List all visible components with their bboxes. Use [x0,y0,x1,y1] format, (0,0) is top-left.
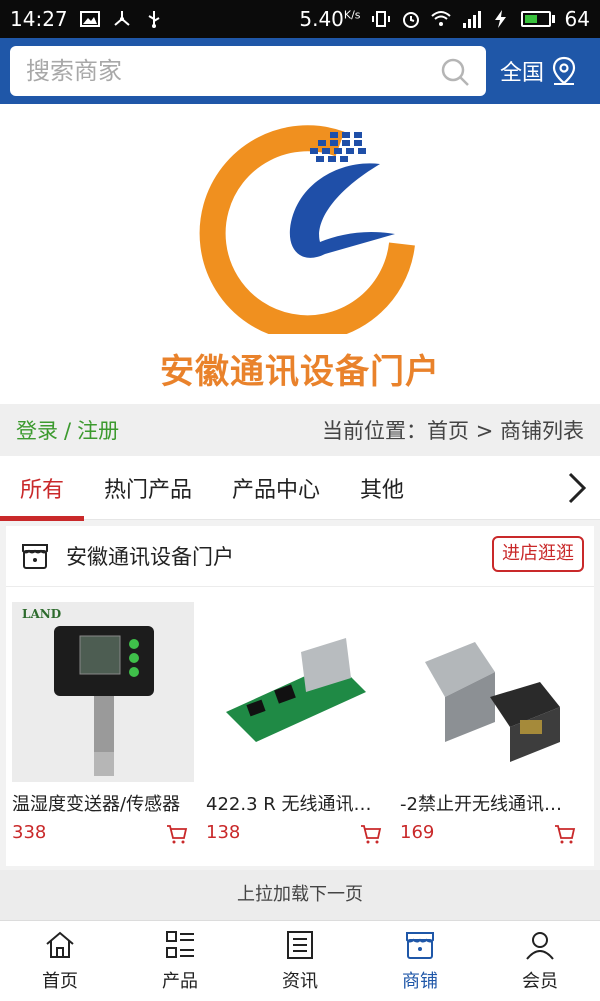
share-icon [113,11,130,26]
nav-products-label: 产品 [162,971,198,992]
shop-name: 安徽通讯设备门户 [66,545,234,569]
region-selector[interactable]: 全国 [500,46,578,96]
status-time: 14:27 [10,7,68,31]
rj45-connector-image [400,602,582,782]
tab-product-center[interactable]: 产品中心 [232,456,320,520]
product-item[interactable]: 422.3 R 无线通讯设备 138 [206,602,388,846]
image-icon [79,11,100,27]
shop-icon [406,932,434,959]
region-label: 全国 [500,61,545,86]
product-title[interactable]: -2禁止开无线通讯设备 [400,790,576,816]
nav-home[interactable]: 首页 [0,921,120,1001]
info-bar: 登录 / 注册 当前位置：首页 > 商铺列表 [0,404,600,456]
nav-shops-label: 商铺 [402,971,438,992]
product-price: 169 [400,822,582,846]
shop-card: 安徽通讯设备门户 进店逛逛 LAND 温湿度变送器/传感器 338 422.3 … [6,526,594,866]
nav-news[interactable]: 资讯 [240,921,360,1001]
product-item[interactable]: LAND 温湿度变送器/传感器 338 [12,602,194,846]
nav-member[interactable]: 会员 [480,921,600,1001]
location-pin-icon [552,56,576,85]
load-more-hint: 上拉加载下一页 [0,870,600,920]
search-icon[interactable] [440,57,470,87]
product-title[interactable]: 422.3 R 无线通讯设备 [206,790,382,816]
nav-home-label: 首页 [42,971,78,992]
category-tabs: 所有 热门产品 产品中心 其他 [0,456,600,521]
product-price: 338 [12,822,194,846]
grid-list-icon [166,931,194,958]
bottom-nav: 首页 产品 资讯 商铺 会员 [0,920,600,1001]
tab-other[interactable]: 其他 [360,456,404,520]
product-list: LAND 温湿度变送器/传感器 338 422.3 R 无线通讯设备 138 -… [6,602,594,862]
battery-icon [520,11,555,27]
login-register: 登录 / 注册 [16,415,119,445]
price-value: 169 [400,822,435,843]
cart-icon[interactable] [554,824,576,844]
battery-percent: 64 [564,7,590,31]
battery-fill [524,15,538,23]
product-image[interactable] [400,602,582,782]
search-box[interactable] [10,46,486,96]
svg-text:LAND: LAND [22,607,61,621]
vibrate-icon [371,11,390,27]
tab-all[interactable]: 所有 [0,456,84,521]
price-value: 338 [12,822,47,843]
product-image[interactable] [206,602,388,782]
visit-store-button[interactable]: 进店逛逛 [492,536,584,572]
wifi-icon [430,11,451,26]
tab-hot-products[interactable]: 热门产品 [104,456,192,520]
module-image [206,602,388,782]
store-icon [22,544,48,569]
company-logo [199,125,415,334]
search-header: 全国 [0,38,600,104]
register-link[interactable]: 注册 [77,419,119,443]
price-value: 138 [206,822,241,843]
search-input[interactable] [10,46,430,96]
product-image[interactable]: LAND [12,602,194,782]
nav-shops[interactable]: 商铺 [360,921,480,1001]
nav-member-label: 会员 [522,971,558,992]
login-separator: / [64,419,72,443]
shop-header: 安徽通讯设备门户 进店逛逛 [6,526,594,587]
alarm-icon [402,12,419,28]
usb-icon [148,11,160,28]
news-icon [287,931,313,959]
cart-icon[interactable] [166,824,188,844]
product-title[interactable]: 温湿度变送器/传感器 [12,790,188,816]
shop-banner: 安徽通讯设备门户 [0,104,600,404]
login-link[interactable]: 登录 [16,419,58,443]
sensor-image: LAND [12,602,194,782]
product-item[interactable]: -2禁止开无线通讯设备 169 [400,602,582,846]
charging-icon [494,10,506,28]
user-icon [526,932,554,960]
cart-icon[interactable] [360,824,382,844]
breadcrumb: 当前位置：首页 > 商铺列表 [322,419,584,443]
signal-icon [462,11,481,28]
brand-name: 安徽通讯设备门户 [160,352,440,392]
nav-products[interactable]: 产品 [120,921,240,1001]
chevron-right-icon[interactable] [564,470,590,506]
nav-news-label: 资讯 [282,971,318,992]
network-speed: 5.40K/s [299,7,361,31]
status-bar: 14:27 5.40K/s 64 [0,0,600,38]
home-icon [46,931,74,958]
product-price: 138 [206,822,388,846]
